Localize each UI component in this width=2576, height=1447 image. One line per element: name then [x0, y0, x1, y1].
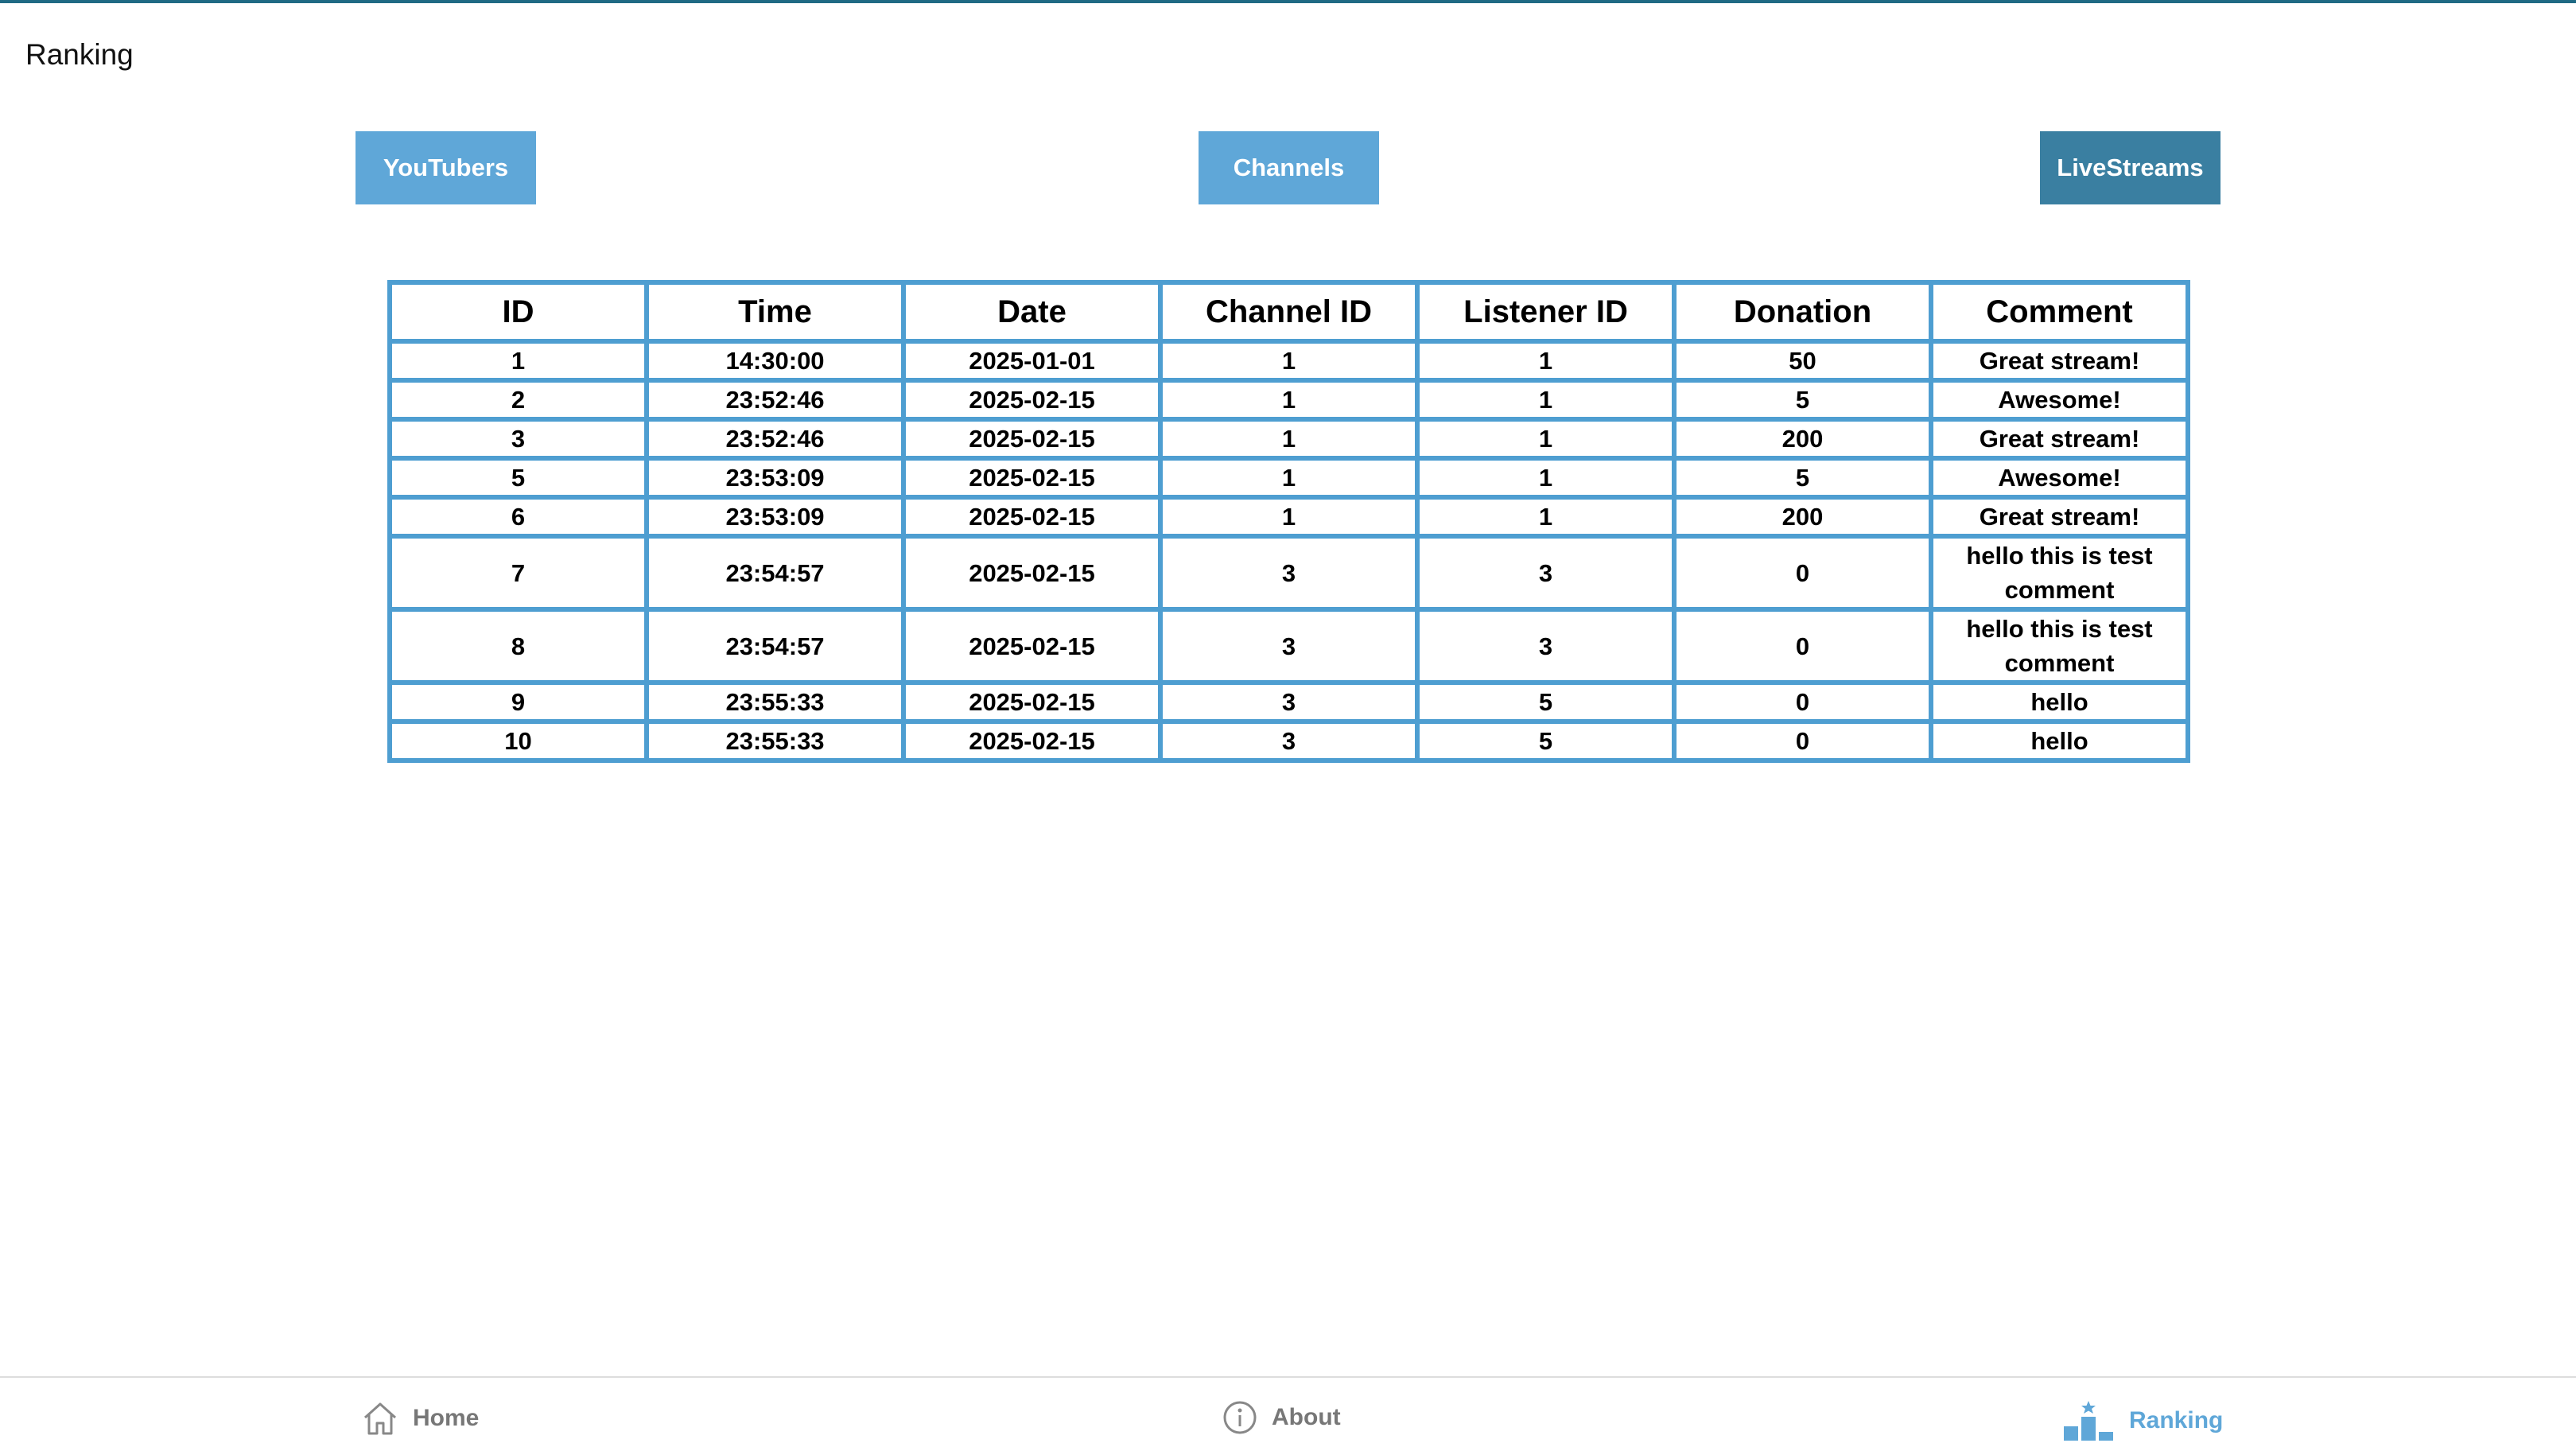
cell-listener-id: 1	[1415, 417, 1677, 461]
cell-id: 1	[387, 339, 649, 383]
cell-listener-id: 1	[1415, 456, 1677, 500]
cell-id: 2	[387, 378, 649, 422]
cell-time: 23:54:57	[644, 534, 906, 612]
table-row: 2 23:52:46 2025-02-15 1 1 5 Awesome!	[387, 378, 2190, 422]
cell-channel-id: 1	[1158, 339, 1420, 383]
cell-donation: 0	[1672, 607, 1933, 685]
cell-channel-id: 3	[1158, 680, 1420, 724]
nav-home[interactable]: Home	[362, 1400, 479, 1437]
cell-time: 23:53:09	[644, 456, 906, 500]
cell-listener-id: 1	[1415, 378, 1677, 422]
channels-button[interactable]: Channels	[1199, 131, 1379, 204]
podium-icon	[2062, 1400, 2115, 1441]
table-row: 7 23:54:57 2025-02-15 3 3 0 hello this is test…	[387, 534, 2190, 612]
home-icon	[362, 1400, 398, 1437]
cell-date: 2025-02-15	[901, 719, 1163, 763]
cell-comment: hello	[1929, 680, 2190, 724]
cell-channel-id: 1	[1158, 495, 1420, 539]
cell-id: 6	[387, 495, 649, 539]
cell-donation: 5	[1672, 378, 1933, 422]
livestreams-button[interactable]: LiveStreams	[2040, 131, 2220, 204]
cell-comment: Great stream!	[1929, 495, 2190, 539]
table-row: 9 23:55:33 2025-02-15 3 5 0 hello	[387, 680, 2190, 724]
cell-listener-id: 5	[1415, 719, 1677, 763]
cell-date: 2025-02-15	[901, 680, 1163, 724]
column-header-time: Time	[644, 280, 906, 344]
top-accent-bar	[0, 0, 2576, 3]
nav-about[interactable]: About	[1222, 1400, 1341, 1435]
app-window: Ranking YouTubers Channels LiveStreams I…	[0, 0, 2576, 1447]
cell-time: 23:53:09	[644, 495, 906, 539]
cell-donation: 5	[1672, 456, 1933, 500]
nav-home-label: Home	[413, 1405, 480, 1431]
cell-channel-id: 1	[1158, 456, 1420, 500]
cell-id: 8	[387, 607, 649, 685]
table-row: 10 23:55:33 2025-02-15 3 5 0 hello	[387, 719, 2190, 763]
cell-time: 23:55:33	[644, 719, 906, 763]
cell-comment: hello	[1929, 719, 2190, 763]
cell-comment: hello this is test comment	[1929, 534, 2190, 612]
cell-time: 23:55:33	[644, 680, 906, 724]
info-icon	[1222, 1400, 1257, 1435]
table-row: 6 23:53:09 2025-02-15 1 1 200 Great stream!	[387, 495, 2190, 539]
livestream-table: ID Time Date Channel ID Listener ID Dona…	[387, 280, 2190, 763]
page-title: Ranking	[25, 38, 134, 71]
bottom-navigation-bar: Home About Ranking	[0, 1376, 2576, 1447]
cell-id: 9	[387, 680, 649, 724]
cell-donation: 200	[1672, 495, 1933, 539]
cell-channel-id: 3	[1158, 719, 1420, 763]
cell-donation: 200	[1672, 417, 1933, 461]
cell-listener-id: 1	[1415, 339, 1677, 383]
cell-channel-id: 1	[1158, 378, 1420, 422]
column-header-date: Date	[901, 280, 1163, 344]
cell-time: 14:30:00	[644, 339, 906, 383]
cell-channel-id: 1	[1158, 417, 1420, 461]
cell-comment: hello this is test comment	[1929, 607, 2190, 685]
cell-date: 2025-02-15	[901, 534, 1163, 612]
cell-channel-id: 3	[1158, 534, 1420, 612]
column-header-comment: Comment	[1929, 280, 2190, 344]
cell-donation: 0	[1672, 680, 1933, 724]
cell-comment: Awesome!	[1929, 456, 2190, 500]
youtubers-button[interactable]: YouTubers	[356, 131, 536, 204]
cell-listener-id: 3	[1415, 607, 1677, 685]
column-header-id: ID	[387, 280, 649, 344]
nav-ranking[interactable]: Ranking	[2062, 1400, 2223, 1441]
nav-ranking-label: Ranking	[2129, 1407, 2224, 1433]
table-row: 5 23:53:09 2025-02-15 1 1 5 Awesome!	[387, 456, 2190, 500]
cell-listener-id: 3	[1415, 534, 1677, 612]
cell-time: 23:54:57	[644, 607, 906, 685]
cell-date: 2025-02-15	[901, 495, 1163, 539]
cell-date: 2025-02-15	[901, 607, 1163, 685]
cell-time: 23:52:46	[644, 378, 906, 422]
column-header-channel-id: Channel ID	[1158, 280, 1420, 344]
cell-comment: Awesome!	[1929, 378, 2190, 422]
table-header-row: ID Time Date Channel ID Listener ID Dona…	[387, 280, 2190, 344]
cell-date: 2025-02-15	[901, 456, 1163, 500]
cell-id: 5	[387, 456, 649, 500]
cell-donation: 0	[1672, 534, 1933, 612]
cell-id: 10	[387, 719, 649, 763]
cell-donation: 0	[1672, 719, 1933, 763]
table-body: 1 14:30:00 2025-01-01 1 1 50 Great stream! 2 23:…	[387, 339, 2190, 763]
table-row: 3 23:52:46 2025-02-15 1 1 200 Great stream!	[387, 417, 2190, 461]
cell-listener-id: 1	[1415, 495, 1677, 539]
nav-about-label: About	[1272, 1404, 1341, 1430]
column-header-donation: Donation	[1672, 280, 1933, 344]
cell-date: 2025-02-15	[901, 417, 1163, 461]
table-row: 8 23:54:57 2025-02-15 3 3 0 hello this is test…	[387, 607, 2190, 685]
livestream-table-container: ID Time Date Channel ID Listener ID Dona…	[387, 280, 2190, 763]
cell-id: 7	[387, 534, 649, 612]
column-header-listener-id: Listener ID	[1415, 280, 1677, 344]
cell-channel-id: 3	[1158, 607, 1420, 685]
cell-date: 2025-01-01	[901, 339, 1163, 383]
cell-date: 2025-02-15	[901, 378, 1163, 422]
cell-id: 3	[387, 417, 649, 461]
cell-listener-id: 5	[1415, 680, 1677, 724]
cell-comment: Great stream!	[1929, 417, 2190, 461]
cell-donation: 50	[1672, 339, 1933, 383]
cell-comment: Great stream!	[1929, 339, 2190, 383]
table-row: 1 14:30:00 2025-01-01 1 1 50 Great stream!	[387, 339, 2190, 383]
cell-time: 23:52:46	[644, 417, 906, 461]
